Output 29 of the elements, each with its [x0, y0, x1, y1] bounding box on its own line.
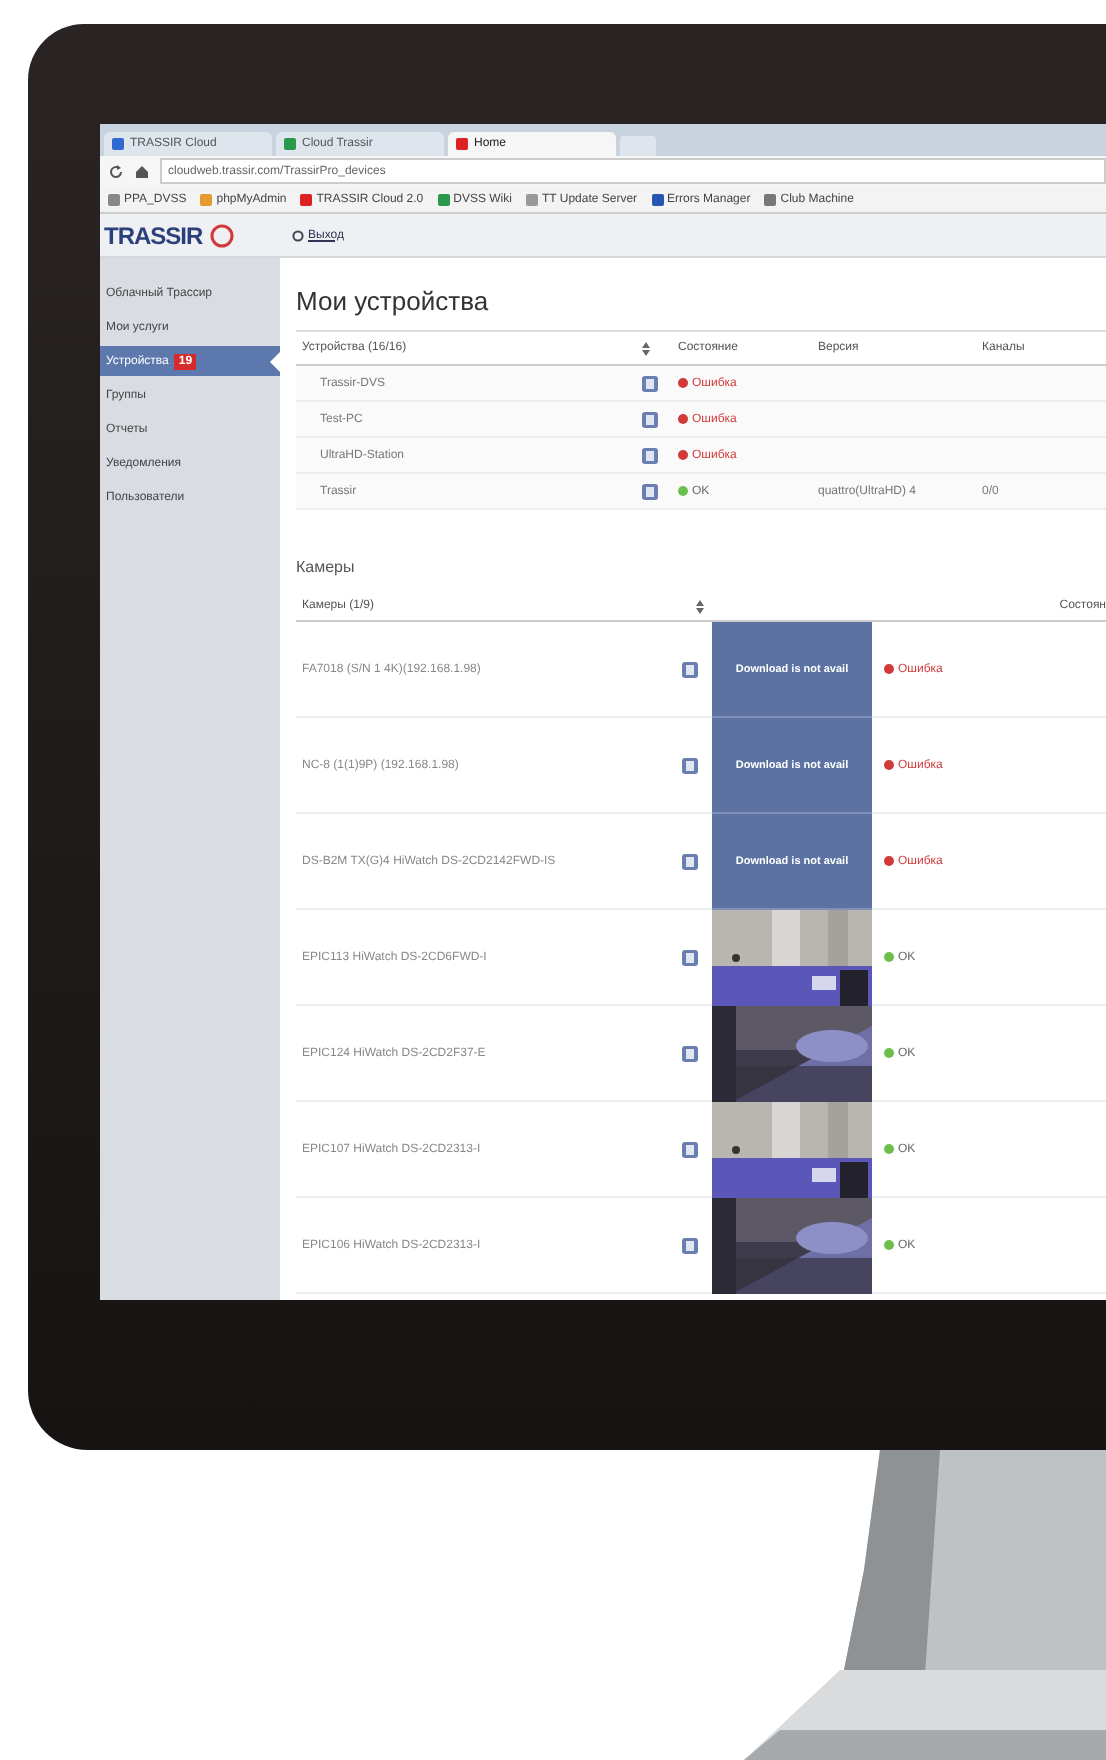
logo-text: TRASSIR	[104, 221, 203, 249]
device-icon[interactable]	[682, 853, 698, 869]
bookmark-icon	[300, 193, 313, 205]
device-icon[interactable]	[642, 411, 658, 427]
bookmark-icon	[764, 193, 777, 205]
bookmark-icon	[437, 193, 450, 205]
section-title: Камеры	[296, 558, 357, 576]
bookmark-icon	[651, 193, 664, 205]
favicon-icon	[456, 138, 468, 150]
device-icon[interactable]	[682, 757, 698, 773]
sort-icon[interactable]	[696, 599, 704, 613]
device-icon[interactable]	[642, 375, 658, 391]
device-icon[interactable]	[642, 483, 658, 499]
device-icon[interactable]	[682, 1141, 698, 1157]
page-title: Мои устройства	[296, 286, 491, 318]
bookmark-icon	[525, 193, 538, 205]
reload-icon[interactable]	[108, 163, 124, 179]
device-icon[interactable]	[642, 447, 658, 463]
shield-logo-icon	[210, 223, 235, 247]
device-icon[interactable]	[682, 949, 698, 965]
home-icon[interactable]	[134, 163, 150, 179]
device-icon[interactable]	[682, 1045, 698, 1061]
device-icon[interactable]	[682, 1237, 698, 1253]
bookmark-icon	[200, 193, 213, 205]
favicon-icon	[284, 138, 296, 150]
bookmark-icon	[108, 193, 120, 205]
device-icon[interactable]	[682, 661, 698, 677]
sort-icon[interactable]	[642, 341, 650, 355]
favicon-icon	[112, 138, 124, 150]
